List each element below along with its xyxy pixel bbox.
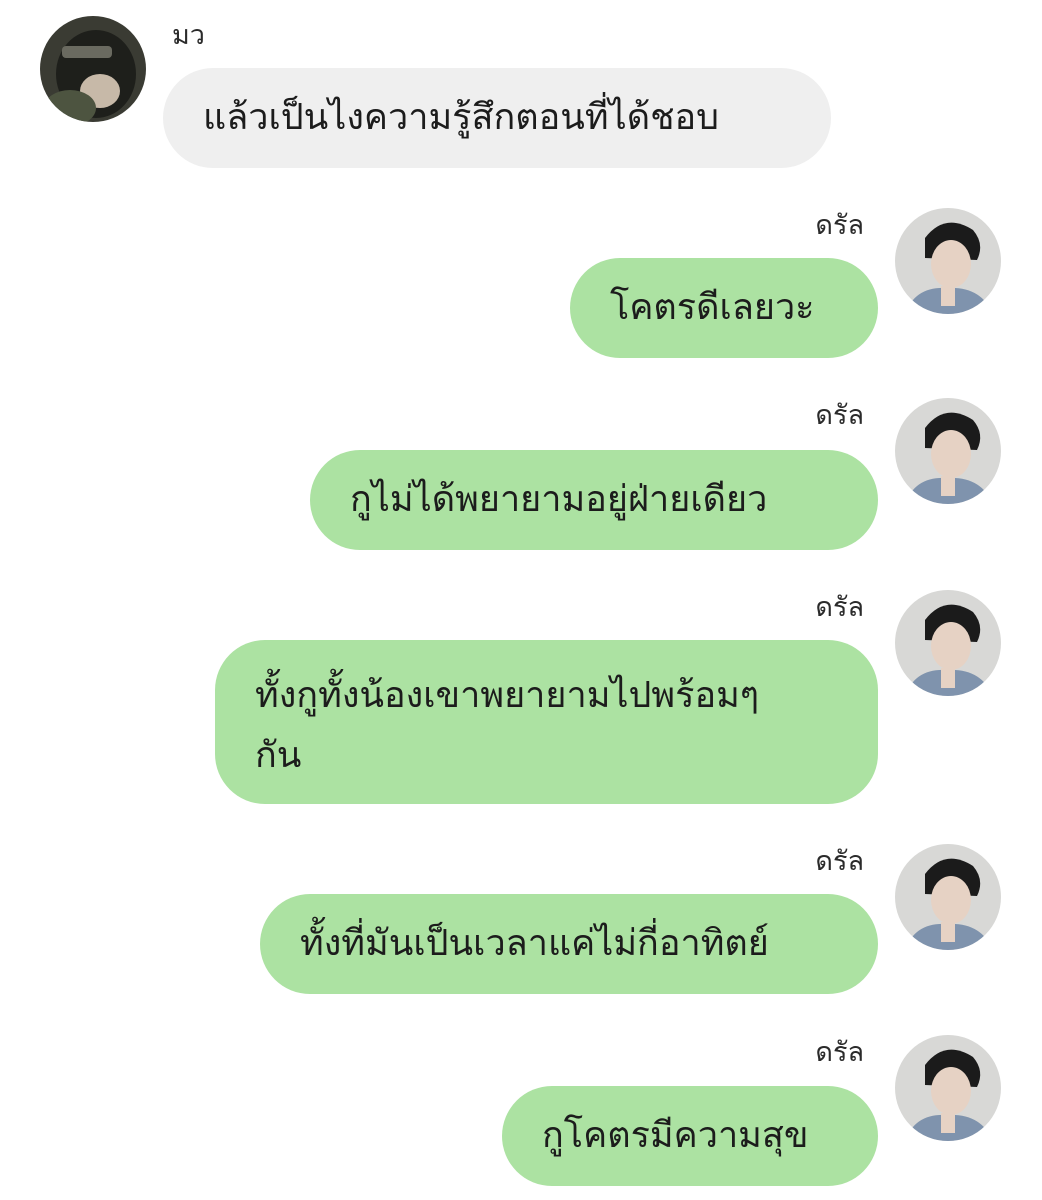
message-bubble[interactable]: แล้วเป็นไงความรู้สึกตอนที่ได้ชอบ xyxy=(163,68,831,168)
profile-photo-hood-icon xyxy=(40,16,146,122)
message-text: ทั้งที่มันเป็นเวลาแค่ไม่กี่อาทิตย์ xyxy=(300,923,769,964)
profile-photo-man-icon xyxy=(895,398,1001,504)
message-bubble[interactable]: ทั้งกูทั้งน้องเขาพยายามไปพร้อมๆ กัน xyxy=(215,640,878,804)
message-text: โคตรดีเลยวะ xyxy=(610,287,815,328)
avatar[interactable] xyxy=(40,16,146,122)
profile-photo-man-icon xyxy=(895,590,1001,696)
message-text-line: ทั้งกูทั้งน้องเขาพยายามไปพร้อมๆ xyxy=(255,675,760,716)
message-bubble[interactable]: กูไม่ได้พยายามอยู่ฝ่ายเดียว xyxy=(310,450,878,550)
avatar[interactable] xyxy=(895,398,1001,504)
message-text: กูโคตรมีความสุข xyxy=(542,1115,809,1156)
avatar[interactable] xyxy=(895,590,1001,696)
profile-photo-man-icon xyxy=(895,844,1001,950)
message-bubble[interactable]: กูโคตรมีความสุข xyxy=(502,1086,878,1186)
avatar[interactable] xyxy=(895,1035,1001,1141)
profile-photo-man-icon xyxy=(895,208,1001,314)
message-bubble[interactable]: ทั้งที่มันเป็นเวลาแค่ไม่กี่อาทิตย์ xyxy=(260,894,878,994)
sender-name: ดรัล xyxy=(815,400,864,431)
message-text: แล้วเป็นไงความรู้สึกตอนที่ได้ชอบ xyxy=(203,97,720,138)
sender-name: ดรัล xyxy=(815,592,864,623)
sender-name: ดรัล xyxy=(815,210,864,241)
message-bubble[interactable]: โคตรดีเลยวะ xyxy=(570,258,878,358)
profile-photo-man-icon xyxy=(895,1035,1001,1141)
avatar[interactable] xyxy=(895,208,1001,314)
avatar[interactable] xyxy=(895,844,1001,950)
message-text-line: กัน xyxy=(255,735,302,776)
sender-name: มว xyxy=(172,20,205,51)
sender-name: ดรัล xyxy=(815,846,864,877)
sender-name: ดรัล xyxy=(815,1037,864,1068)
message-text: กูไม่ได้พยายามอยู่ฝ่ายเดียว xyxy=(350,479,768,520)
